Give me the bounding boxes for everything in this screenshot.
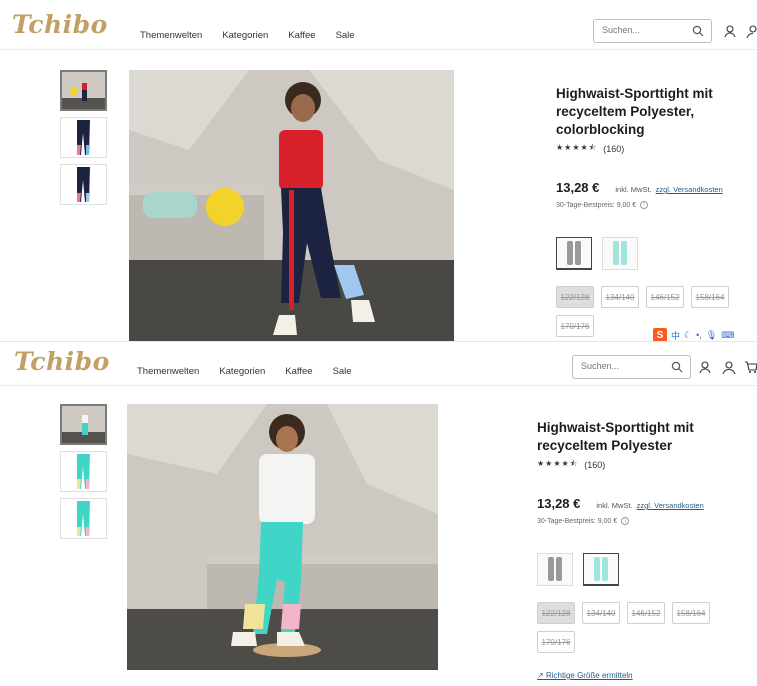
color-swatches xyxy=(537,553,747,586)
color-swatches xyxy=(556,237,751,270)
ime-mode-label[interactable]: 中 xyxy=(671,329,680,342)
microphone-icon[interactable]: 🎙 xyxy=(706,330,717,341)
thumbnail-back[interactable] xyxy=(60,164,107,205)
bottom-panel: Tchibo Themenwelten Kategorien Kaffee Sa… xyxy=(0,341,757,686)
search-input[interactable] xyxy=(581,361,661,371)
thumbnail-lifestyle[interactable] xyxy=(60,70,107,111)
coffee-account-icon[interactable] xyxy=(723,24,737,38)
top-panel: Tchibo Themenwelten Kategorien Kaffee Sa… xyxy=(0,0,757,341)
best-price-text: 30-Tage-Bestpreis: 9,00 € xyxy=(537,517,618,525)
price-row: 13,28 € inkl. MwSt. zzgl. Versandkosten xyxy=(556,180,751,195)
shipping-link[interactable]: zzgl. Versandkosten xyxy=(656,185,723,194)
nav-item-kaffee[interactable]: Kaffee xyxy=(285,366,312,377)
size-guide-label: Richtige Größe ermitteln xyxy=(545,671,633,680)
rating[interactable]: ★★★★⯪ (160) xyxy=(556,142,751,156)
thumbnail-back[interactable] xyxy=(60,498,107,539)
arrow-up-right-icon: ↗ xyxy=(537,671,544,680)
best-price: 30-Tage-Bestpreis: 9,00 € i xyxy=(556,201,751,209)
product-title: Highwaist-Sporttight mit recyceltem Poly… xyxy=(537,420,694,453)
swatch-turquoise[interactable] xyxy=(583,553,619,586)
search-input[interactable] xyxy=(602,25,682,35)
product-photo-main[interactable] xyxy=(129,70,454,341)
price-row: 13,28 € inkl. MwSt. zzgl. Versandkosten xyxy=(537,496,747,511)
search-icon[interactable] xyxy=(671,361,683,373)
punctuation-icon[interactable]: •, xyxy=(696,330,702,340)
product-info-top: Highwaist-Sporttight mit recyceltem Poly… xyxy=(556,85,751,337)
coffee-account-icon[interactable] xyxy=(698,360,712,374)
nav-item-kategorien[interactable]: Kategorien xyxy=(222,30,268,41)
size-guide-link[interactable]: ↗ Richtige Größe ermitteln xyxy=(537,671,633,680)
tchibo-logo[interactable]: Tchibo xyxy=(12,10,108,39)
nav-item-kategorien[interactable]: Kategorien xyxy=(219,366,265,377)
size-options: 122/128 134/140 146/152 158/164 170/176 xyxy=(537,602,737,653)
swatch-turquoise[interactable] xyxy=(602,237,638,270)
site-header: Tchibo Themenwelten Kategorien Kaffee Sa… xyxy=(0,0,757,50)
nav-item-kaffee[interactable]: Kaffee xyxy=(288,30,315,41)
product-photo-main-2[interactable] xyxy=(127,404,438,670)
ime-logo: S xyxy=(653,328,667,341)
rating-count: (160) xyxy=(603,144,625,154)
user-icon[interactable] xyxy=(746,24,757,38)
search-icon[interactable] xyxy=(692,25,704,37)
cart-icon[interactable] xyxy=(744,360,757,374)
info-icon[interactable]: i xyxy=(621,517,630,525)
search-box-2[interactable] xyxy=(572,355,691,379)
user-icon[interactable] xyxy=(722,360,736,374)
size-option[interactable]: 158/164 xyxy=(672,602,710,624)
nav-item-themenwelten[interactable]: Themenwelten xyxy=(140,30,202,41)
thumbnail-front[interactable] xyxy=(60,117,107,158)
tax-note-text: inkl. MwSt. xyxy=(596,501,633,510)
rating-stars: ★★★★⯪ xyxy=(537,459,579,468)
site-header-2: Tchibo Themenwelten Kategorien Kaffee Sa… xyxy=(0,342,757,386)
shipping-link[interactable]: zzgl. Versandkosten xyxy=(637,501,704,510)
size-option[interactable]: 122/128 xyxy=(537,602,575,624)
size-option[interactable]: 122/128 xyxy=(556,286,594,308)
size-option[interactable]: 146/152 xyxy=(646,286,684,308)
search-box[interactable] xyxy=(593,19,712,43)
tax-note-text: inkl. MwSt. xyxy=(615,185,652,194)
price: 13,28 € xyxy=(556,180,600,195)
size-option[interactable]: 170/176 xyxy=(556,315,594,337)
size-option[interactable]: 134/140 xyxy=(582,602,620,624)
product-title: Highwaist-Sporttight mit recyceltem Poly… xyxy=(556,86,713,137)
best-price-text: 30-Tage-Bestpreis: 9,00 € xyxy=(556,201,637,209)
nav-item-themenwelten[interactable]: Themenwelten xyxy=(137,366,199,377)
tchibo-logo-2[interactable]: Tchibo xyxy=(14,347,110,376)
main-nav: Themenwelten Kategorien Kaffee Sale xyxy=(140,30,355,41)
size-option[interactable]: 158/164 xyxy=(691,286,729,308)
rating[interactable]: ★★★★⯪ (160) xyxy=(537,458,747,472)
thumbnail-list xyxy=(60,70,107,211)
best-price: 30-Tage-Bestpreis: 9,00 € i xyxy=(537,517,747,525)
info-icon[interactable]: i xyxy=(640,201,649,209)
rating-stars: ★★★★⯪ xyxy=(556,143,598,152)
main-nav-2: Themenwelten Kategorien Kaffee Sale xyxy=(137,366,352,377)
size-option[interactable]: 146/152 xyxy=(627,602,665,624)
nav-item-sale[interactable]: Sale xyxy=(333,366,352,377)
keyboard-icon[interactable]: ⌨ xyxy=(721,330,734,341)
price: 13,28 € xyxy=(537,496,581,511)
swatch-navy[interactable] xyxy=(537,553,573,586)
size-option[interactable]: 134/140 xyxy=(601,286,639,308)
rating-count: (160) xyxy=(584,460,606,470)
tax-note: inkl. MwSt. zzgl. Versandkosten xyxy=(596,501,703,510)
thumbnail-lifestyle[interactable] xyxy=(60,404,107,445)
nav-item-sale[interactable]: Sale xyxy=(336,30,355,41)
thumbnail-list-2 xyxy=(60,404,107,545)
thumbnail-front[interactable] xyxy=(60,451,107,492)
swatch-navy[interactable] xyxy=(556,237,592,270)
size-option[interactable]: 170/176 xyxy=(537,631,575,653)
product-info-bottom: Highwaist-Sporttight mit recyceltem Poly… xyxy=(537,419,747,653)
moon-icon[interactable]: ☾ xyxy=(684,330,692,341)
ime-toolbar[interactable]: S 中 ☾ •, 🎙 ⌨ xyxy=(653,327,739,342)
tax-note: inkl. MwSt. zzgl. Versandkosten xyxy=(615,185,722,194)
